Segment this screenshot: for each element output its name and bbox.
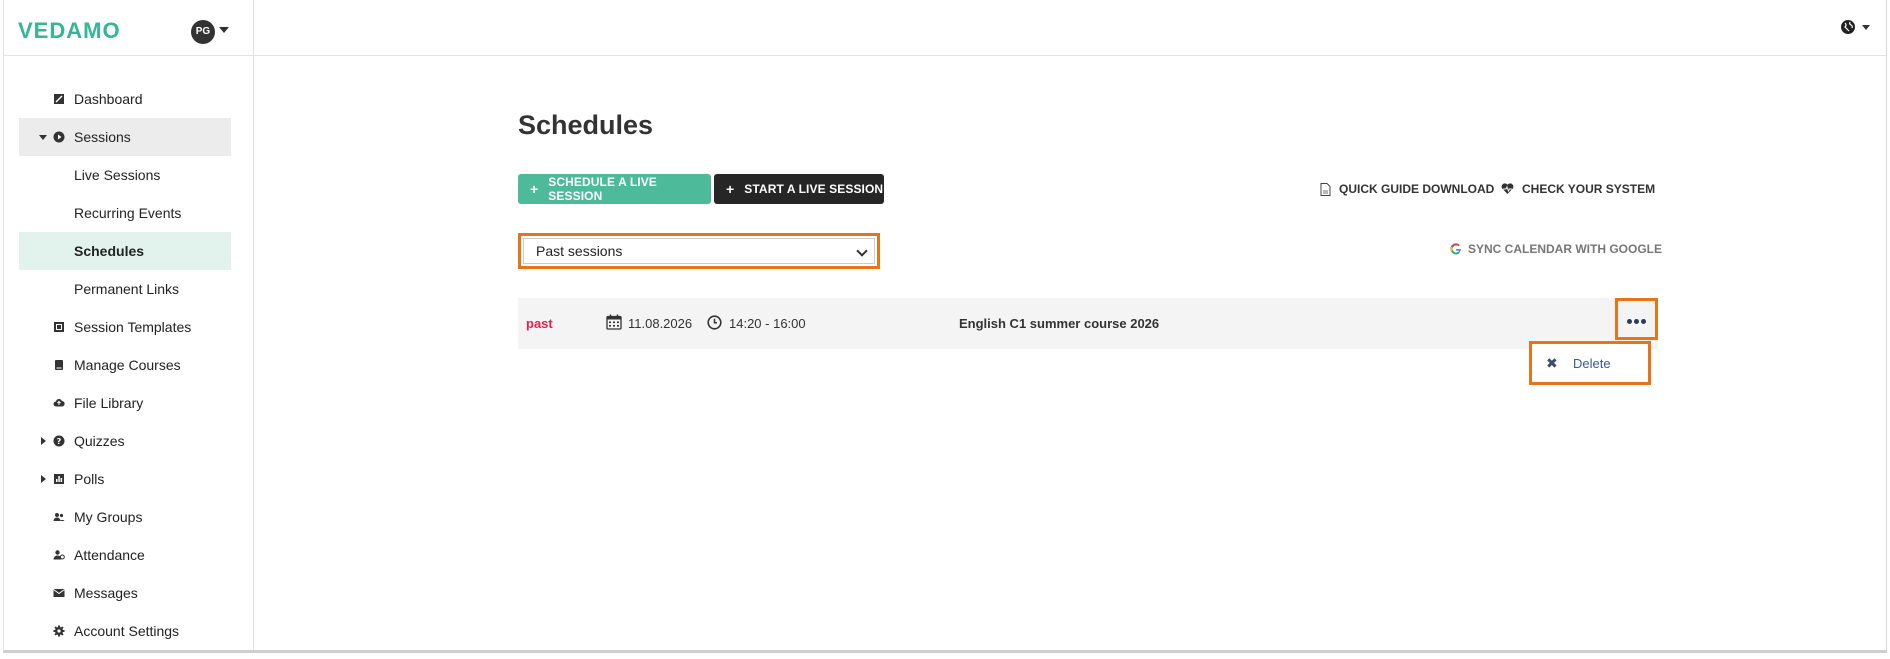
sidebar: VEDAMO PG Dashboard Sessions Live Sessio… <box>4 0 254 650</box>
sidebar-item-label: Session Templates <box>74 319 192 335</box>
envelope-icon <box>53 589 65 597</box>
chevron-right-icon[interactable] <box>41 475 46 483</box>
sidebar-item-session-templates[interactable]: Session Templates <box>19 308 231 346</box>
avatar[interactable]: PG <box>191 20 215 44</box>
sidebar-item-messages[interactable]: Messages <box>19 574 231 612</box>
schedule-live-session-button[interactable]: + SCHEDULE A LIVE SESSION <box>518 174 711 204</box>
svg-text:?: ? <box>57 437 62 446</box>
play-circle-icon <box>53 131 65 143</box>
sidebar-item-label: Permanent Links <box>74 281 180 297</box>
sidebar-item-file-library[interactable]: File Library <box>19 384 231 422</box>
template-icon <box>54 322 64 332</box>
sidebar-item-label: Live Sessions <box>74 167 161 183</box>
check-your-system-link[interactable]: CHECK YOUR SYSTEM <box>1501 182 1655 196</box>
session-filter-highlight: Past sessions <box>518 233 880 269</box>
sidebar-item-attendance[interactable]: Attendance <box>19 536 231 574</box>
start-live-session-button[interactable]: + START A LIVE SESSION <box>714 174 884 204</box>
session-filter-select[interactable]: Past sessions <box>523 238 875 264</box>
sidebar-item-label: Attendance <box>74 547 145 563</box>
more-options-button[interactable] <box>1615 298 1658 340</box>
sidebar-item-manage-courses[interactable]: Manage Courses <box>19 346 231 384</box>
plus-icon: + <box>726 181 735 197</box>
sidebar-item-label: Dashboard <box>74 91 143 107</box>
google-icon <box>1450 243 1461 255</box>
dashboard-icon <box>54 94 64 104</box>
heart-pulse-icon <box>1501 183 1514 194</box>
sync-google-calendar-link[interactable]: SYNC CALENDAR WITH GOOGLE <box>1450 242 1662 256</box>
chevron-down-icon[interactable] <box>219 27 229 33</box>
chart-icon <box>54 474 64 484</box>
vedamo-logo[interactable]: VEDAMO <box>18 18 121 44</box>
sidebar-item-label: My Groups <box>74 509 143 525</box>
ellipsis-icon <box>1634 319 1639 324</box>
sidebar-item-permanent-links[interactable]: Permanent Links <box>19 270 231 308</box>
sidebar-item-label: File Library <box>74 395 144 411</box>
sidebar-item-label: Quizzes <box>74 433 125 449</box>
sidebar-nav: Dashboard Sessions Live Sessions Recurri… <box>19 80 231 650</box>
calendar-icon <box>606 314 622 330</box>
users-icon <box>53 513 65 521</box>
status-badge: past <box>526 316 553 331</box>
button-label: START A LIVE SESSION <box>744 182 884 196</box>
book-icon <box>55 360 63 370</box>
chevron-down-icon <box>856 245 868 257</box>
top-bar <box>254 0 1886 56</box>
chevron-down-icon[interactable] <box>39 135 47 140</box>
sidebar-item-schedules[interactable]: Schedules <box>19 232 231 270</box>
button-label: SCHEDULE A LIVE SESSION <box>548 175 657 203</box>
chevron-right-icon[interactable] <box>41 437 46 445</box>
session-title: English C1 summer course 2026 <box>959 316 1160 331</box>
ellipsis-icon <box>1641 319 1646 324</box>
page-title: Schedules <box>518 110 654 140</box>
gear-icon <box>53 625 65 637</box>
cloud-icon <box>53 398 65 407</box>
sidebar-item-sessions[interactable]: Sessions <box>19 118 231 156</box>
plus-icon: + <box>530 181 539 197</box>
sidebar-item-label: Account Settings <box>74 623 180 639</box>
link-label: CHECK YOUR SYSTEM <box>1522 182 1656 196</box>
close-icon: ✖ <box>1546 355 1558 371</box>
table-row[interactable]: past 11.08.2026 14:20 - 16:00 English C1… <box>518 298 1658 349</box>
quick-guide-download-link[interactable]: QUICK GUIDE DOWNLOAD <box>1320 182 1494 196</box>
select-value: Past sessions <box>536 243 623 259</box>
brand-bar: VEDAMO PG <box>4 0 254 56</box>
sidebar-item-live-sessions[interactable]: Live Sessions <box>19 156 231 194</box>
sidebar-item-recurring-events[interactable]: Recurring Events <box>19 194 231 232</box>
question-circle-icon: ? <box>53 435 65 447</box>
pdf-file-icon <box>1320 182 1331 196</box>
globe-icon[interactable] <box>1840 19 1856 35</box>
link-label: SYNC CALENDAR WITH GOOGLE <box>1468 242 1662 256</box>
sidebar-item-account-settings[interactable]: Account Settings <box>19 612 231 650</box>
options-menu: ✖ Delete <box>1529 341 1651 385</box>
sidebar-item-label: Polls <box>74 471 105 487</box>
app-frame: VEDAMO PG Dashboard Sessions Live Sessio… <box>3 0 1887 653</box>
clock-icon <box>707 315 722 330</box>
user-check-icon <box>53 550 65 560</box>
sidebar-item-quizzes[interactable]: ? Quizzes <box>19 422 231 460</box>
session-time: 14:20 - 16:00 <box>729 316 806 331</box>
sidebar-item-label: Recurring Events <box>74 205 182 221</box>
sidebar-item-label: Manage Courses <box>74 357 181 373</box>
ellipsis-icon <box>1627 319 1632 324</box>
sidebar-item-label: Schedules <box>74 243 145 259</box>
sidebar-item-my-groups[interactable]: My Groups <box>19 498 231 536</box>
sidebar-item-label: Messages <box>74 585 138 601</box>
chevron-down-icon[interactable] <box>1862 25 1870 30</box>
delete-menu-item[interactable]: Delete <box>1573 356 1611 371</box>
sidebar-item-polls[interactable]: Polls <box>19 460 231 498</box>
session-date: 11.08.2026 <box>628 316 693 331</box>
link-label: QUICK GUIDE DOWNLOAD <box>1339 182 1495 196</box>
sidebar-item-dashboard[interactable]: Dashboard <box>19 80 231 118</box>
sidebar-item-label: Sessions <box>74 129 131 145</box>
